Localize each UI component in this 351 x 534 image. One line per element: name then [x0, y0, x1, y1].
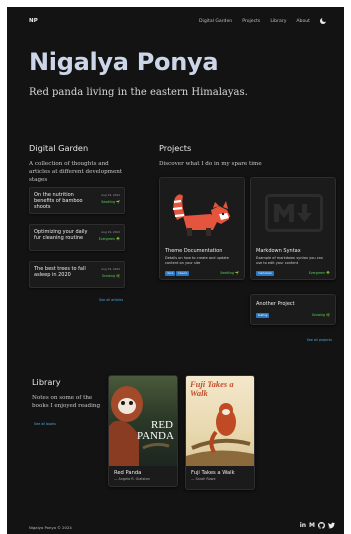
project-card-title: Markdown Syntax	[256, 248, 301, 254]
nav-link-digital-garden[interactable]: Digital Garden	[199, 19, 232, 24]
page: NP Digital Garden Projects Library About…	[7, 7, 344, 534]
page-subtitle: Red panda living in the eastern Himalaya…	[29, 87, 248, 98]
garden-card-status: Growing 🌿	[101, 274, 120, 278]
project-card-status: Evergreen 🌳	[308, 271, 330, 275]
project-card-title: Theme Documentation	[165, 248, 223, 254]
library-title: Library	[32, 377, 61, 387]
library-description: Notes on some of the books I enjoyed rea…	[32, 395, 101, 409]
see-all-articles-link[interactable]: See all articles	[99, 298, 123, 302]
social-links: in M	[300, 522, 335, 529]
project-card-description: Details on how to create and update cont…	[165, 256, 229, 265]
nav-link-projects[interactable]: Projects	[242, 19, 260, 24]
project-tag[interactable]: docs	[165, 271, 176, 276]
project-card[interactable]: Markdown Syntax Example of markdown synt…	[250, 177, 336, 280]
projects-description: Discover what I do in my spare time	[159, 161, 262, 167]
project-card-status: Seedling 🌱	[220, 271, 239, 275]
linkedin-icon[interactable]: in	[300, 522, 306, 529]
project-card[interactable]: Another Project testing Growing 🌿	[250, 294, 336, 325]
book-cover: RED PANDA	[109, 376, 177, 466]
garden-title: Digital Garden	[29, 143, 89, 153]
project-card-status: Growing 🌿	[311, 313, 330, 317]
project-card[interactable]: Theme Documentation Details on how to cr…	[159, 177, 245, 280]
red-panda-illustration-icon	[186, 403, 254, 466]
twitter-icon[interactable]	[328, 522, 335, 529]
book-card[interactable]: Fuji Takes a Walk Fuji Takes a Walk — Sa…	[185, 375, 255, 490]
brand-logo[interactable]: NP	[29, 18, 38, 24]
markdown-icon	[265, 194, 323, 232]
see-all-books-link[interactable]: See all books	[34, 422, 56, 426]
github-icon[interactable]	[318, 522, 325, 529]
nav-link-about[interactable]: About	[296, 19, 310, 24]
garden-card[interactable]: On the nutrition benefits of bamboo shoo…	[29, 187, 125, 214]
book-cover: Fuji Takes a Walk	[186, 376, 254, 466]
moon-icon[interactable]	[320, 17, 327, 24]
garden-card[interactable]: Optimizing your daily fur cleaning routi…	[29, 224, 125, 251]
garden-card-date: Aug 19, 2022	[101, 267, 120, 271]
project-tag[interactable]: how-to	[176, 271, 190, 276]
garden-card-date: Aug 19, 2022	[101, 193, 120, 197]
garden-card-status: Seedling 🌱	[101, 200, 120, 204]
garden-card-title: On the nutrition benefits of bamboo shoo…	[34, 192, 83, 211]
garden-card-title: Optimizing your daily fur cleaning routi…	[34, 229, 88, 242]
project-tag[interactable]: testing	[256, 313, 270, 318]
top-nav: Digital Garden Projects Library About	[199, 17, 327, 24]
project-tag[interactable]: markdown	[256, 271, 275, 276]
garden-card-date: Aug 19, 2022	[101, 230, 120, 234]
garden-description: A collection of thoughts and articles at…	[29, 161, 123, 183]
book-cover-title: RED PANDA	[137, 419, 174, 442]
book-title: Red Panda	[114, 470, 142, 476]
footer-copyright: Nigalya Ponya © 2024	[29, 525, 72, 530]
red-panda-icon	[172, 194, 232, 236]
garden-card-title: The best trees to fall asleep in 2020	[34, 266, 86, 279]
nav-link-library[interactable]: Library	[270, 19, 286, 24]
book-author: — Angela R. Glatston	[114, 477, 150, 481]
medium-icon[interactable]: M	[309, 522, 315, 529]
book-card[interactable]: RED PANDA Red Panda — Angela R. Glatston	[108, 375, 178, 487]
projects-title: Projects	[159, 143, 192, 153]
book-title: Fuji Takes a Walk	[191, 470, 235, 476]
project-card-title: Another Project	[256, 301, 295, 307]
page-title: Nigalya Ponya	[29, 48, 219, 76]
book-cover-title: Fuji Takes a Walk	[190, 379, 234, 398]
garden-card[interactable]: The best trees to fall asleep in 2020 Au…	[29, 261, 125, 288]
project-card-description: Example of markdown syntax you can use t…	[256, 256, 324, 265]
see-all-projects-link[interactable]: See all projects	[307, 338, 332, 342]
book-author: — Sarah Rowe	[191, 477, 216, 481]
garden-card-status: Evergreen 🌳	[98, 237, 120, 241]
